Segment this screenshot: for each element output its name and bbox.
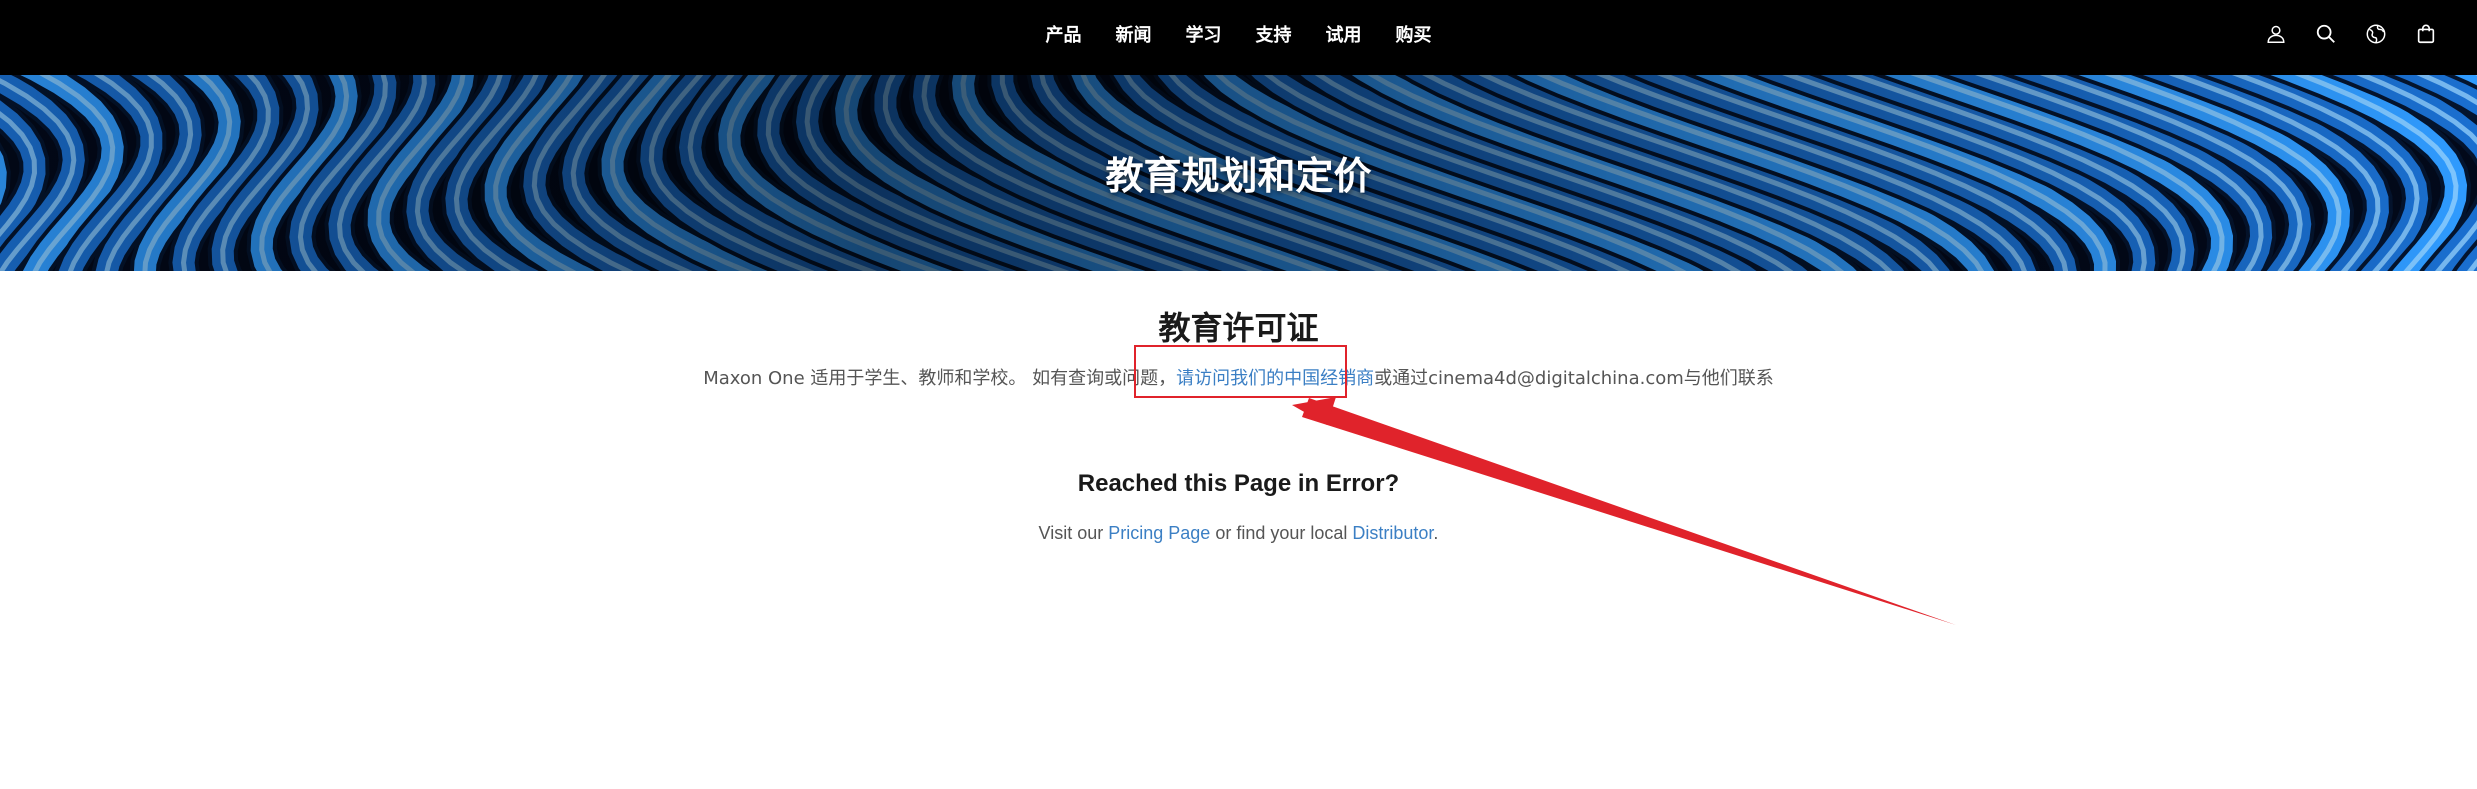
nav-icons	[2265, 0, 2437, 68]
annotation-arrow-head	[1292, 397, 1336, 425]
top-navigation: 产品 新闻 学习 支持 试用 购买	[0, 0, 2477, 75]
nav-item-products[interactable]: 产品	[1029, 21, 1099, 47]
pricing-page-link[interactable]: Pricing Page	[1108, 523, 1210, 543]
cart-icon[interactable]	[2415, 23, 2437, 45]
china-distributor-link[interactable]: 请访问我们的中国经销商	[1176, 368, 1374, 389]
search-icon[interactable]	[2315, 23, 2337, 45]
nav-item-trial[interactable]: 试用	[1309, 21, 1379, 47]
nav-item-support[interactable]: 支持	[1239, 21, 1309, 47]
user-icon[interactable]	[2265, 23, 2287, 45]
description-suffix: 或通过cinema4d@digitalchina.com与他们联系	[1374, 368, 1774, 389]
globe-icon[interactable]	[2365, 23, 2387, 45]
distributor-link[interactable]: Distributor	[1352, 523, 1433, 543]
main-menu: 产品 新闻 学习 支持 试用 购买	[0, 0, 2477, 68]
education-license-title: 教育许可证	[1158, 309, 1319, 347]
error-text-3: .	[1433, 523, 1439, 543]
education-license-description: Maxon One 适用于学生、教师和学校。 如有查询或问题，请访问我们的中国经…	[0, 364, 2477, 390]
error-text-2: or find your local	[1210, 523, 1353, 543]
hero-title: 教育规划和定价	[1105, 154, 1372, 198]
error-description: Visit our Pricing Page or find your loca…	[0, 523, 2477, 544]
hero-banner: 教育规划和定价	[0, 75, 2477, 271]
description-text: Maxon One 适用于学生、教师和学校。 如有查询或问题，	[703, 368, 1177, 389]
error-text-1: Visit our	[1038, 523, 1109, 543]
error-title: Reached this Page in Error?	[1077, 470, 1400, 497]
nav-item-buy[interactable]: 购买	[1379, 21, 1449, 47]
annotation-arrow-shaft	[1302, 398, 1956, 625]
nav-item-learn[interactable]: 学习	[1169, 21, 1239, 47]
nav-item-news[interactable]: 新闻	[1099, 21, 1169, 47]
